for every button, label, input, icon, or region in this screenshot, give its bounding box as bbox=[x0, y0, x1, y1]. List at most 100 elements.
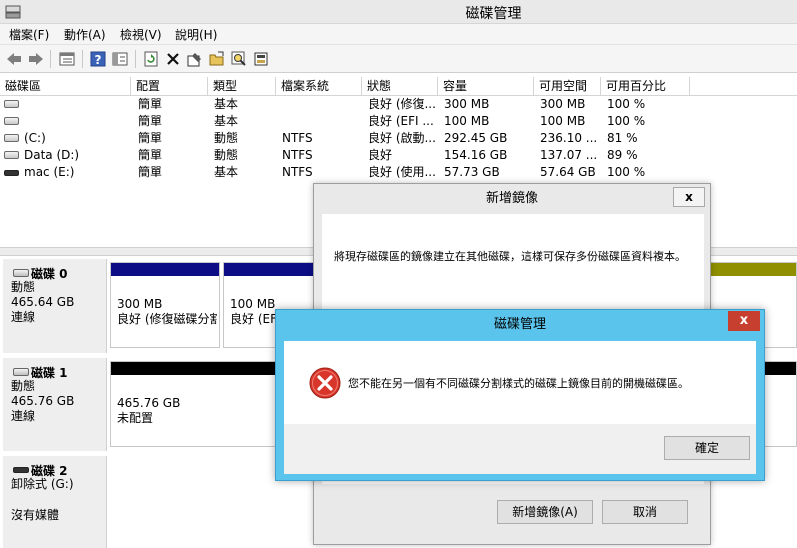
disk-2-label[interactable]: 磁碟 2 卸除式 (G:) 沒有媒體 bbox=[3, 456, 107, 548]
disk-type: 動態 bbox=[11, 280, 36, 294]
list-view-icon[interactable] bbox=[58, 50, 76, 68]
disk-type: 卸除式 (G:) bbox=[11, 477, 74, 491]
partition-size: 300 MB bbox=[117, 297, 163, 311]
cell-type: 基本 bbox=[214, 165, 239, 179]
partition-recovery[interactable]: 300 MB 良好 (修復磁碟分割) bbox=[110, 262, 220, 348]
column-header-status[interactable]: 狀態 bbox=[362, 77, 438, 96]
drive-icon bbox=[4, 134, 19, 142]
dialog-message-area: 您不能在另一個有不同磁碟分割樣式的磁碟上鏡像目前的開機磁碟區。 bbox=[284, 341, 756, 424]
menu-file[interactable]: 檔案(F) bbox=[9, 26, 49, 43]
error-message: 您不能在另一個有不同磁碟分割樣式的磁碟上鏡像目前的開機磁碟區。 bbox=[348, 377, 689, 390]
table-row[interactable]: Data (D:) 簡單 動態 NTFS 良好 154.16 GB 137.07… bbox=[0, 147, 797, 164]
menu-action[interactable]: 動作(A) bbox=[64, 26, 106, 43]
cell-type: 基本 bbox=[214, 114, 239, 128]
search-icon[interactable] bbox=[230, 50, 248, 68]
cell-capacity: 300 MB bbox=[444, 97, 490, 111]
toolbar-separator bbox=[135, 50, 136, 68]
disk-icon bbox=[13, 368, 29, 376]
cell-status: 良好 bbox=[368, 148, 393, 162]
table-row[interactable]: (C:) 簡單 動態 NTFS 良好 (啟動... 292.45 GB 236.… bbox=[0, 130, 797, 147]
export-icon[interactable] bbox=[252, 50, 270, 68]
cancel-button[interactable]: 取消 bbox=[602, 500, 688, 524]
column-header-filesystem[interactable]: 檔案系統 bbox=[276, 77, 362, 96]
cell-filesystem: NTFS bbox=[282, 165, 313, 179]
disk-state: 連線 bbox=[11, 310, 36, 324]
disk-type: 動態 bbox=[11, 379, 36, 393]
cell-free-space: 57.64 GB bbox=[540, 165, 596, 179]
table-row[interactable]: 簡單 基本 良好 (EFI ... 100 MB 100 MB 100 % bbox=[0, 113, 797, 130]
column-header-free-space[interactable]: 可用空間 bbox=[534, 77, 601, 96]
cell-filesystem bbox=[282, 113, 360, 130]
disk-size: 465.76 GB bbox=[11, 394, 75, 408]
window-title: 磁碟管理 bbox=[465, 6, 522, 22]
refresh-icon[interactable] bbox=[142, 50, 160, 68]
cell-status: 良好 (修復... bbox=[368, 97, 436, 111]
disk-state: 連線 bbox=[11, 409, 36, 423]
open-icon[interactable] bbox=[208, 50, 226, 68]
cell-status: 良好 (啟動... bbox=[368, 131, 436, 145]
table-row[interactable]: mac (E:) 簡單 基本 NTFS 良好 (使用... 57.73 GB 5… bbox=[0, 164, 797, 181]
column-header-capacity[interactable]: 容量 bbox=[438, 77, 534, 96]
menu-view[interactable]: 檢視(V) bbox=[120, 26, 162, 43]
close-button[interactable]: x bbox=[673, 187, 705, 207]
cell-volume: (C:) bbox=[24, 131, 46, 145]
error-dialog: 磁碟管理 x 您不能在另一個有不同磁碟分割樣式的磁碟上鏡像目前的開機磁碟區。 確… bbox=[275, 309, 765, 481]
disk-name: 磁碟 0 bbox=[31, 267, 68, 281]
delete-icon[interactable] bbox=[164, 50, 182, 68]
close-button[interactable]: x bbox=[728, 311, 760, 331]
cell-volume bbox=[24, 96, 129, 113]
cell-free-percent: 100 % bbox=[607, 165, 646, 179]
drive-icon bbox=[4, 117, 19, 125]
cell-free-percent: 81 % bbox=[607, 131, 638, 145]
drive-icon bbox=[4, 100, 19, 108]
dialog-body: 您不能在另一個有不同磁碟分割樣式的磁碟上鏡像目前的開機磁碟區。 確定 bbox=[284, 341, 756, 474]
partition-status: 未配置 bbox=[117, 411, 154, 425]
column-header-type[interactable]: 類型 bbox=[208, 77, 276, 96]
cell-free-space: 137.07 ... bbox=[540, 148, 598, 162]
cell-capacity: 100 MB bbox=[444, 114, 490, 128]
column-header-layout[interactable]: 配置 bbox=[131, 77, 208, 96]
cell-capacity: 154.16 GB bbox=[444, 148, 508, 162]
cell-free-percent: 89 % bbox=[607, 148, 638, 162]
menu-help[interactable]: 說明(H) bbox=[175, 26, 217, 43]
cell-filesystem: NTFS bbox=[282, 148, 313, 162]
dialog-title: 新增鏡像 bbox=[485, 191, 538, 206]
cell-type: 動態 bbox=[214, 148, 239, 162]
cell-type: 動態 bbox=[214, 131, 239, 145]
cell-free-space: 100 MB bbox=[540, 114, 586, 128]
column-header-volume[interactable]: 磁碟區 bbox=[0, 77, 131, 96]
cell-free-space: 236.10 ... bbox=[540, 131, 598, 145]
table-row[interactable]: 簡單 基本 良好 (修復... 300 MB 300 MB 100 % bbox=[0, 96, 797, 113]
properties-icon[interactable] bbox=[186, 50, 204, 68]
cell-free-percent: 100 % bbox=[607, 97, 646, 111]
cell-layout: 簡單 bbox=[138, 165, 163, 179]
cell-filesystem: NTFS bbox=[282, 131, 313, 145]
error-icon bbox=[309, 367, 341, 399]
partition-header bbox=[111, 263, 219, 276]
volume-list-header: 磁碟區 配置 類型 檔案系統 狀態 容量 可用空間 可用百分比 bbox=[0, 77, 797, 96]
forward-icon[interactable] bbox=[27, 50, 45, 68]
disk-name: 磁碟 1 bbox=[31, 366, 68, 380]
column-header-free-percent[interactable]: 可用百分比 bbox=[601, 77, 690, 96]
help-icon[interactable]: ? bbox=[89, 50, 107, 68]
cell-free-percent: 100 % bbox=[607, 114, 646, 128]
cell-volume: mac (E:) bbox=[24, 165, 75, 179]
disk-0-label[interactable]: 磁碟 0 動態 465.64 GB 連線 bbox=[3, 259, 107, 353]
removable-drive-icon bbox=[4, 170, 19, 176]
partition-header bbox=[707, 263, 796, 276]
removable-disk-icon bbox=[13, 467, 29, 473]
toolbar-separator bbox=[82, 50, 83, 68]
properties-view-icon[interactable] bbox=[111, 50, 129, 68]
cell-capacity: 57.73 GB bbox=[444, 165, 500, 179]
disk-1-label[interactable]: 磁碟 1 動態 465.76 GB 連線 bbox=[3, 358, 107, 451]
back-icon[interactable] bbox=[5, 50, 23, 68]
drive-icon bbox=[4, 151, 19, 159]
cell-layout: 簡單 bbox=[138, 114, 163, 128]
ok-button[interactable]: 確定 bbox=[664, 436, 750, 460]
add-mirror-button[interactable]: 新增鏡像(A) bbox=[497, 500, 593, 524]
toolbar: ? bbox=[0, 45, 797, 73]
svg-text:?: ? bbox=[95, 53, 102, 67]
cell-layout: 簡單 bbox=[138, 97, 163, 111]
disk-icon bbox=[13, 269, 29, 277]
cell-free-space: 300 MB bbox=[540, 97, 586, 111]
